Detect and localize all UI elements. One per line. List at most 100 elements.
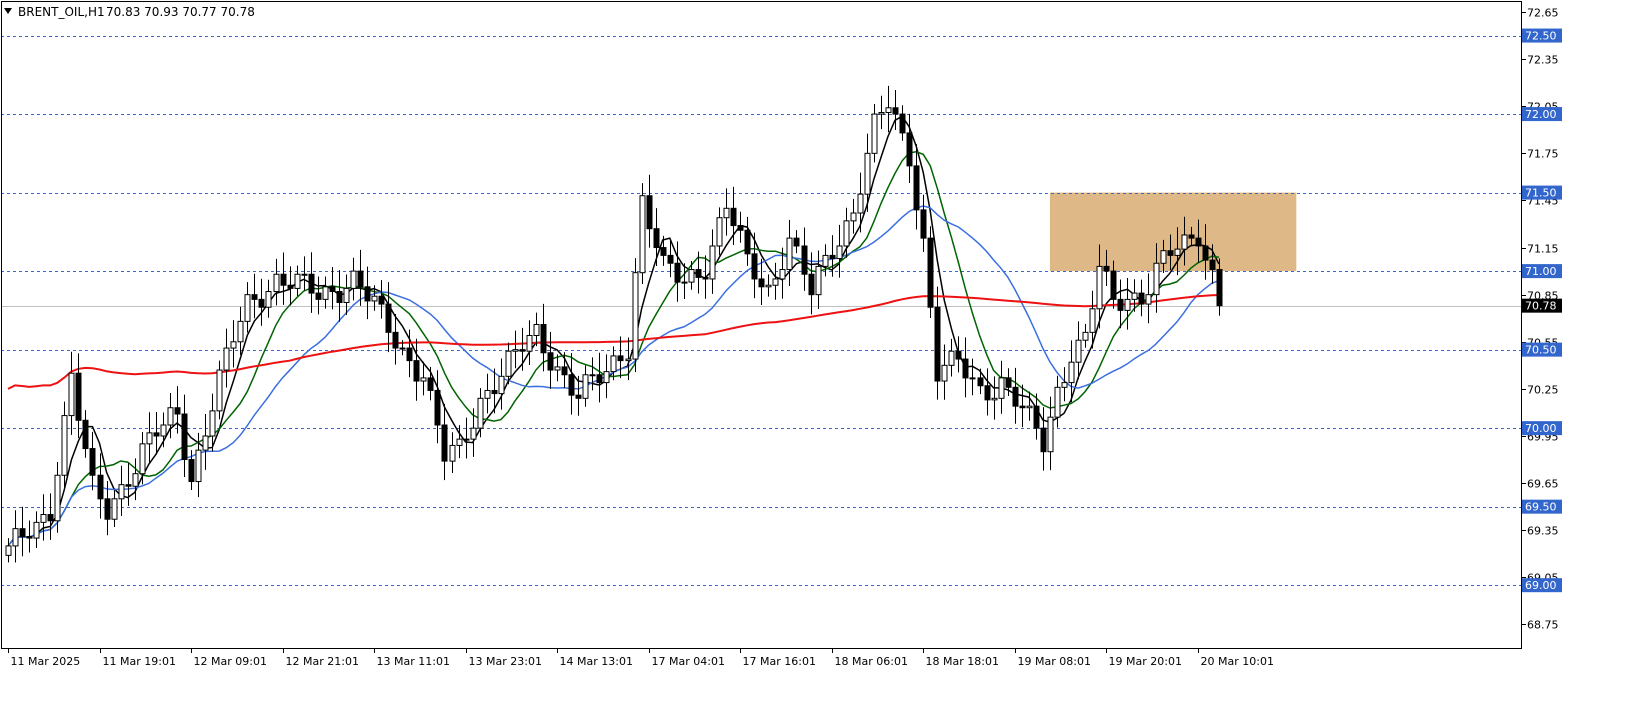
candle-body xyxy=(1026,405,1033,409)
candle-body xyxy=(470,427,477,440)
ohlc-values: 70.83 70.93 70.77 70.78 xyxy=(106,5,255,19)
x-tick-label: 12 Mar 09:01 xyxy=(194,655,267,668)
candle-body xyxy=(653,228,660,249)
candle-body xyxy=(878,111,885,115)
candle-body xyxy=(75,372,82,421)
candle-body xyxy=(61,415,68,476)
candle-body xyxy=(118,484,125,500)
candle-body xyxy=(294,273,301,289)
y-tick-label: 72.35 xyxy=(1527,54,1559,67)
current-price-tag: 70.78 xyxy=(1522,298,1562,313)
level-tag-label: 69.50 xyxy=(1525,501,1557,514)
candle-body xyxy=(385,303,392,333)
candle-body xyxy=(519,349,526,352)
candle-body xyxy=(315,292,322,300)
level-price-tag: 70.50 xyxy=(1522,342,1562,357)
level-price-tag: 69.00 xyxy=(1522,578,1562,593)
candle-body xyxy=(575,394,582,399)
candle-body xyxy=(772,278,779,286)
candle-body xyxy=(463,438,470,441)
candle-body xyxy=(1082,331,1089,341)
x-tick-label: 18 Mar 06:01 xyxy=(835,655,908,668)
x-tick-label: 17 Mar 16:01 xyxy=(743,655,816,668)
x-tick-label: 19 Mar 20:01 xyxy=(1109,655,1182,668)
candle-body xyxy=(941,364,948,382)
candle-body xyxy=(491,389,498,395)
candle-body xyxy=(139,443,146,475)
candle-body xyxy=(1145,294,1152,305)
candle-body xyxy=(251,294,258,300)
candle-body xyxy=(1075,339,1082,363)
x-tick-label: 13 Mar 11:01 xyxy=(377,655,450,668)
candle-body xyxy=(160,424,167,437)
candle-body xyxy=(793,237,800,247)
x-tick-label: 11 Mar 19:01 xyxy=(103,655,176,668)
level-tag-label: 69.00 xyxy=(1525,579,1557,592)
candle-body xyxy=(639,195,646,274)
candle-body xyxy=(674,262,681,283)
candle-body xyxy=(477,397,484,429)
candle-body xyxy=(153,432,160,437)
candle-body xyxy=(1174,248,1181,256)
candle-body xyxy=(434,389,441,426)
candle-body xyxy=(174,407,181,415)
x-tick-label: 20 Mar 10:01 xyxy=(1201,655,1274,668)
candle-body xyxy=(554,366,561,371)
candle-body xyxy=(40,514,47,523)
x-tick-label: 12 Mar 21:01 xyxy=(286,655,359,668)
candle-body xyxy=(1131,292,1138,300)
candle-body xyxy=(801,245,808,275)
candle-body xyxy=(82,419,89,450)
candle-body xyxy=(237,320,244,343)
candle-body xyxy=(998,377,1005,399)
level-price-tag: 70.00 xyxy=(1522,421,1562,436)
candle-body xyxy=(808,273,815,296)
y-tick-label: 69.35 xyxy=(1527,525,1559,538)
candle-body xyxy=(89,448,96,476)
candle-body xyxy=(779,269,786,280)
candle-body xyxy=(216,369,223,412)
candle-body xyxy=(301,273,308,276)
candle-body xyxy=(1005,377,1012,388)
candle-body xyxy=(406,347,413,362)
candle-body xyxy=(512,349,519,352)
candle-body xyxy=(125,484,132,487)
candle-body xyxy=(1040,427,1047,453)
candle-body xyxy=(695,269,702,278)
candle-body xyxy=(920,209,927,239)
level-price-tag: 72.00 xyxy=(1522,107,1562,122)
candle-body xyxy=(709,245,716,280)
candle-body xyxy=(871,113,878,154)
chart-info: BRENT_OIL,H1 70.83 70.93 70.77 70.78 xyxy=(4,5,255,19)
candle-body xyxy=(927,237,934,308)
candle-body xyxy=(26,536,33,539)
candle-body xyxy=(498,375,505,395)
candle-body xyxy=(350,270,357,289)
candle-body xyxy=(850,212,857,222)
x-tick-label: 18 Mar 18:01 xyxy=(926,655,999,668)
candle-body xyxy=(977,377,984,387)
candle-body xyxy=(1209,259,1216,271)
current-price-tag-label: 70.78 xyxy=(1525,300,1557,313)
candle-body xyxy=(244,294,251,322)
candle-body xyxy=(1047,416,1054,453)
level-tag-label: 72.00 xyxy=(1525,108,1557,121)
candle-body xyxy=(737,225,744,231)
x-tick-label: 14 Mar 13:01 xyxy=(560,655,633,668)
candle-body xyxy=(287,284,294,289)
candle-body xyxy=(230,341,237,349)
resistance-zone xyxy=(1049,192,1297,272)
candle-body xyxy=(582,374,589,399)
candle-body xyxy=(702,276,709,280)
candle-body xyxy=(836,245,843,260)
y-tick-label: 68.75 xyxy=(1527,619,1559,632)
y-tick-label: 71.75 xyxy=(1527,148,1559,161)
candle-body xyxy=(688,269,695,283)
candle-body xyxy=(1054,386,1061,418)
resistance-zone-layer xyxy=(1049,192,1297,272)
price-chart[interactable]: 72.6572.3572.0571.7571.4571.1570.8570.55… xyxy=(0,0,1651,708)
candle-body xyxy=(962,358,969,379)
candle-body xyxy=(744,229,751,255)
candle-body xyxy=(667,254,674,264)
candle-body xyxy=(484,389,491,399)
